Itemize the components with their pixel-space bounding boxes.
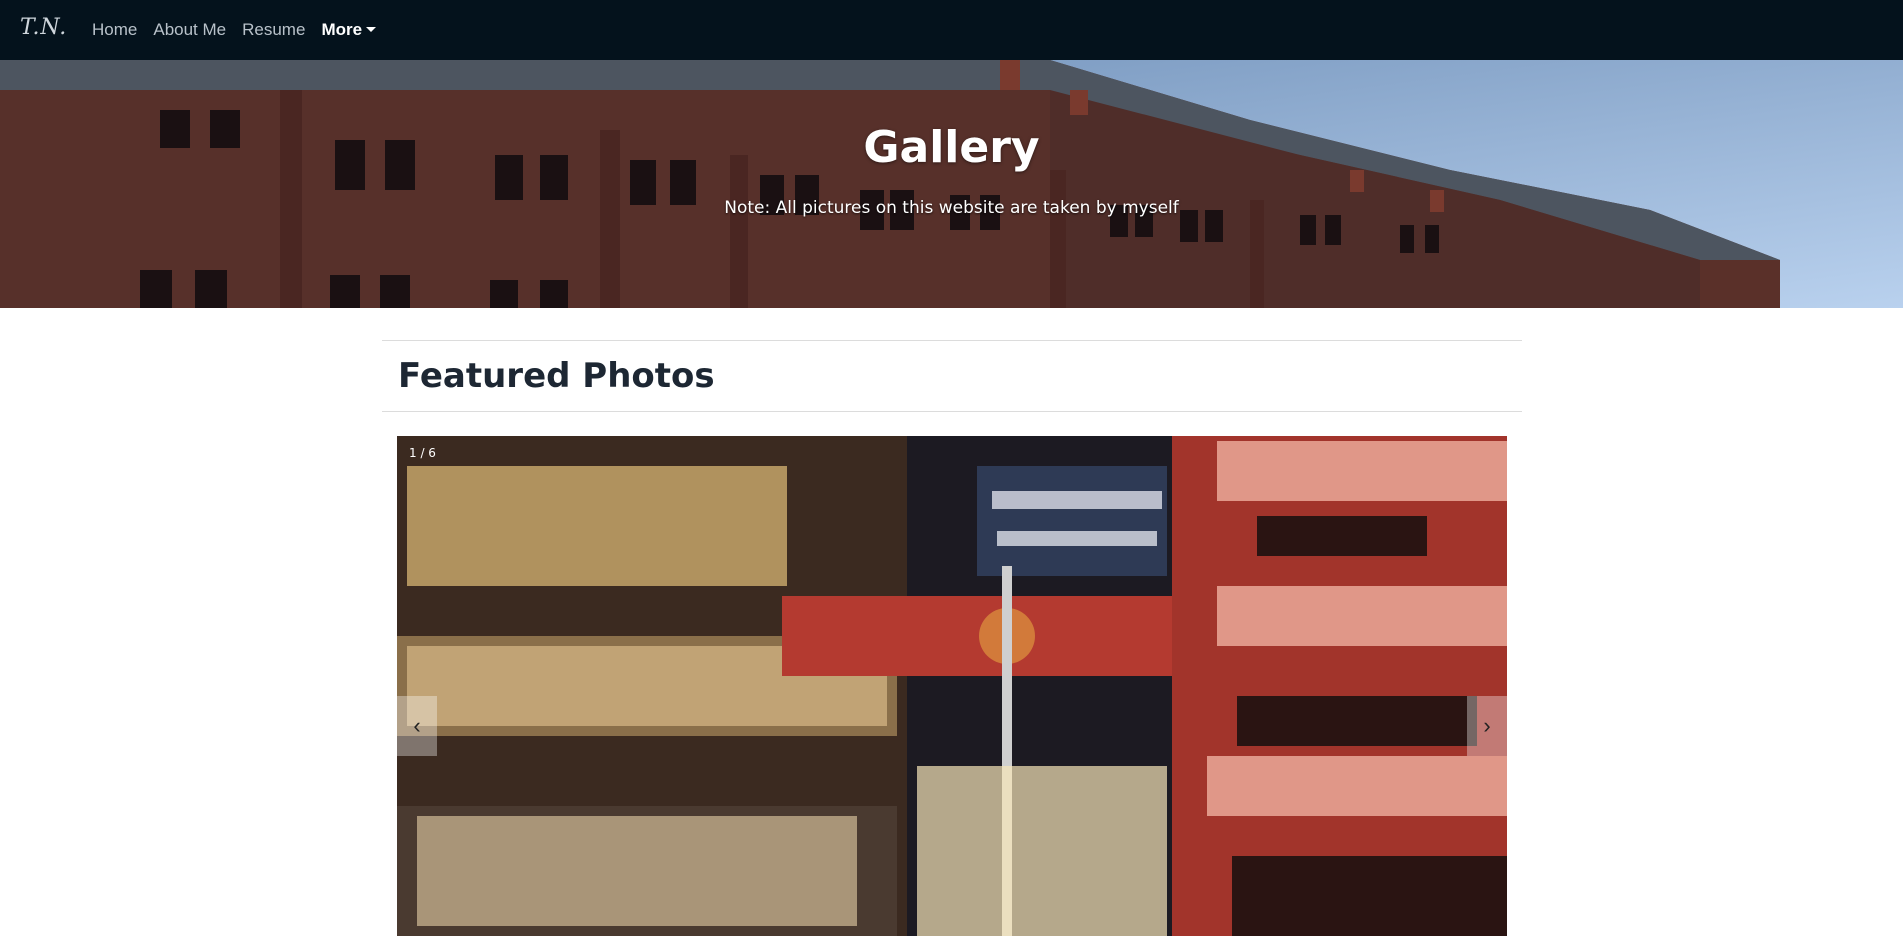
hero-banner: Gallery Note: All pictures on this websi… xyxy=(0,60,1903,308)
brand-logo[interactable]: T.N. xyxy=(20,15,67,40)
carousel-photo xyxy=(397,436,1507,936)
hero-note: Note: All pictures on this website are t… xyxy=(724,198,1179,218)
featured-section: Featured Photos xyxy=(382,340,1522,412)
hero-background-image xyxy=(0,60,1903,308)
featured-title: Featured Photos xyxy=(398,356,715,396)
carousel-prev-button[interactable]: ‹ xyxy=(397,696,437,756)
nav-resume-link[interactable]: Resume xyxy=(242,20,305,40)
nav-more-dropdown[interactable]: More xyxy=(321,20,377,40)
chevron-right-icon: › xyxy=(1483,713,1491,738)
nav-more-label: More xyxy=(321,20,363,39)
nav-about-link[interactable]: About Me xyxy=(153,20,226,40)
nav-links: Home About Me Resume More xyxy=(92,0,392,60)
caret-down-icon xyxy=(366,27,377,32)
page-title: Gallery xyxy=(863,122,1040,173)
slide-counter: 1 / 6 xyxy=(409,446,436,460)
photo-carousel[interactable]: 1 / 6 ‹ › xyxy=(397,436,1507,936)
chevron-left-icon: ‹ xyxy=(413,713,421,738)
nav-home-link[interactable]: Home xyxy=(92,20,137,40)
top-navbar: T.N. Home About Me Resume More xyxy=(0,0,1903,60)
carousel-next-button[interactable]: › xyxy=(1467,696,1507,756)
featured-header: Featured Photos xyxy=(382,340,1522,412)
